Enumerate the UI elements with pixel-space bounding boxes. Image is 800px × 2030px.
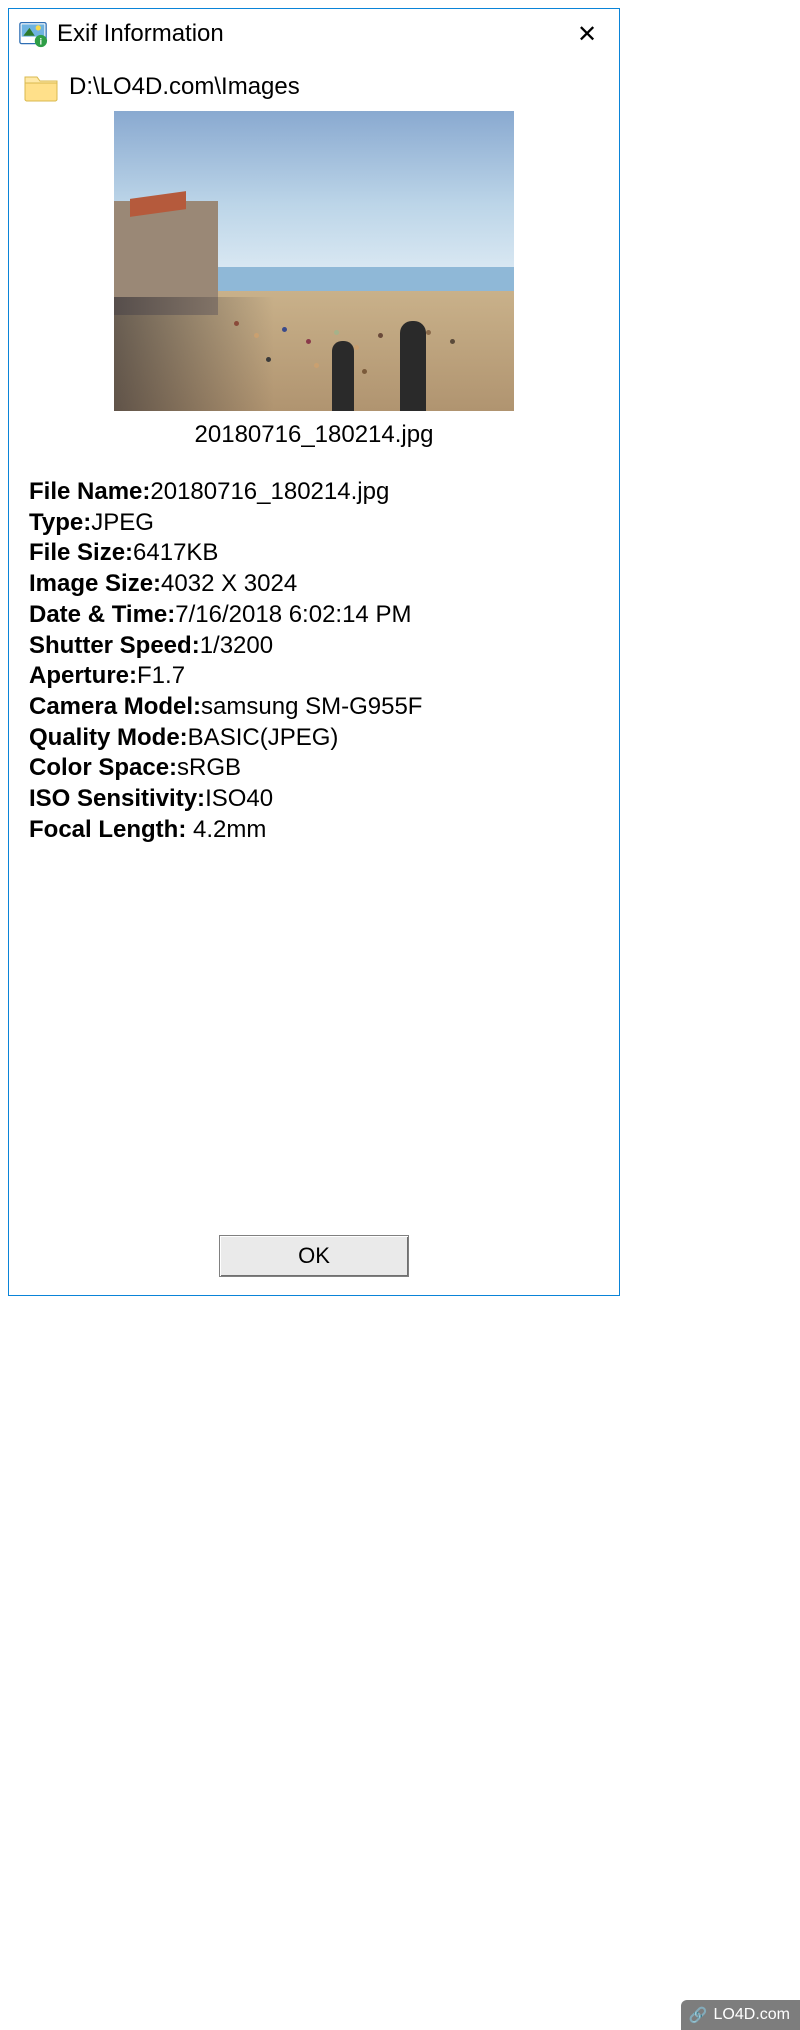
exif-value: F1.7	[137, 662, 185, 689]
exif-label: Camera Model:	[29, 693, 201, 720]
exif-value: 4.2mm	[186, 816, 266, 843]
exif-row: Color Space:sRGB	[29, 753, 605, 784]
exif-row: File Name:20180716_180214.jpg	[29, 477, 605, 508]
exif-value: sRGB	[177, 754, 241, 781]
thumbnail-section: 20180716_180214.jpg	[23, 111, 605, 449]
watermark-text: LO4D.com	[714, 2006, 790, 2024]
ok-button[interactable]: OK	[219, 1235, 409, 1277]
exif-row: Camera Model:samsung SM-G955F	[29, 692, 605, 723]
folder-path-row: D:\LO4D.com\Images	[23, 71, 605, 103]
thumbnail-filename: 20180716_180214.jpg	[195, 421, 434, 449]
exif-row: ISO Sensitivity:ISO40	[29, 784, 605, 815]
titlebar: i Exif Information ✕	[9, 9, 619, 59]
exif-value: 1/3200	[200, 632, 273, 659]
svg-text:i: i	[40, 37, 42, 47]
exif-row: Image Size:4032 X 3024	[29, 569, 605, 600]
link-icon: 🔗	[689, 2006, 708, 2024]
exif-details: File Name:20180716_180214.jpgType:JPEGFi…	[23, 467, 605, 846]
exif-value: JPEG	[91, 509, 154, 536]
exif-value: 6417KB	[133, 539, 218, 566]
folder-path-text: D:\LO4D.com\Images	[69, 73, 300, 101]
button-bar: OK	[23, 1235, 605, 1295]
folder-icon	[23, 71, 59, 103]
exif-label: Quality Mode:	[29, 724, 188, 751]
exif-row: Date & Time:7/16/2018 6:02:14 PM	[29, 600, 605, 631]
exif-row: Shutter Speed:1/3200	[29, 631, 605, 662]
exif-label: Aperture:	[29, 662, 137, 689]
exif-value: 4032 X 3024	[161, 570, 297, 597]
exif-value: samsung SM-G955F	[201, 693, 422, 720]
exif-row: Type:JPEG	[29, 508, 605, 539]
exif-value: 7/16/2018 6:02:14 PM	[175, 601, 411, 628]
exif-label: Type:	[29, 509, 91, 536]
window-title: Exif Information	[57, 20, 553, 48]
exif-label: Color Space:	[29, 754, 177, 781]
exif-row: Focal Length: 4.2mm	[29, 815, 605, 846]
exif-label: ISO Sensitivity:	[29, 785, 205, 812]
exif-label: Date & Time:	[29, 601, 175, 628]
watermark: 🔗 LO4D.com	[681, 2000, 800, 2030]
exif-value: 20180716_180214.jpg	[150, 478, 389, 505]
exif-label: Focal Length:	[29, 816, 186, 843]
exif-info-window: i Exif Information ✕ D:\LO4D.com\Images	[8, 8, 620, 1296]
content-area: D:\LO4D.com\Images	[9, 59, 619, 1295]
thumbnail-image	[114, 111, 514, 411]
exif-row: Quality Mode:BASIC(JPEG)	[29, 723, 605, 754]
exif-row: Aperture:F1.7	[29, 661, 605, 692]
exif-label: File Name:	[29, 478, 150, 505]
app-icon: i	[19, 20, 47, 48]
exif-label: Shutter Speed:	[29, 632, 200, 659]
close-button[interactable]: ✕	[563, 14, 611, 54]
exif-value: BASIC(JPEG)	[188, 724, 339, 751]
exif-label: File Size:	[29, 539, 133, 566]
exif-row: File Size:6417KB	[29, 538, 605, 569]
exif-label: Image Size:	[29, 570, 161, 597]
exif-value: ISO40	[205, 785, 273, 812]
